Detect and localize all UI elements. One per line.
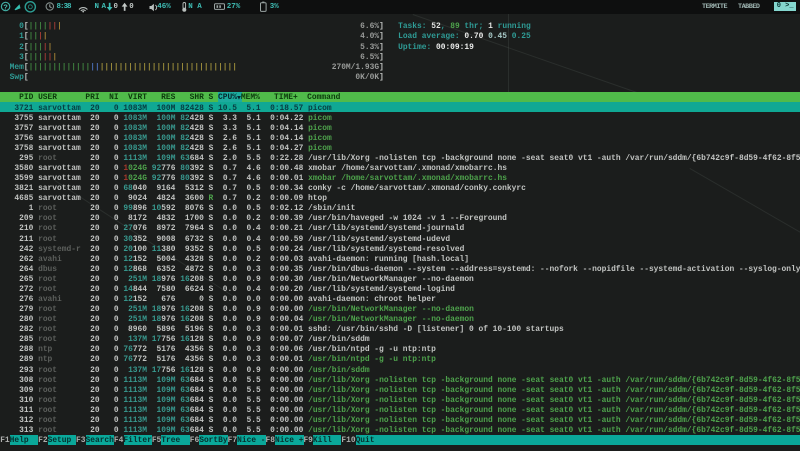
svg-text:?: ? <box>3 2 8 11</box>
